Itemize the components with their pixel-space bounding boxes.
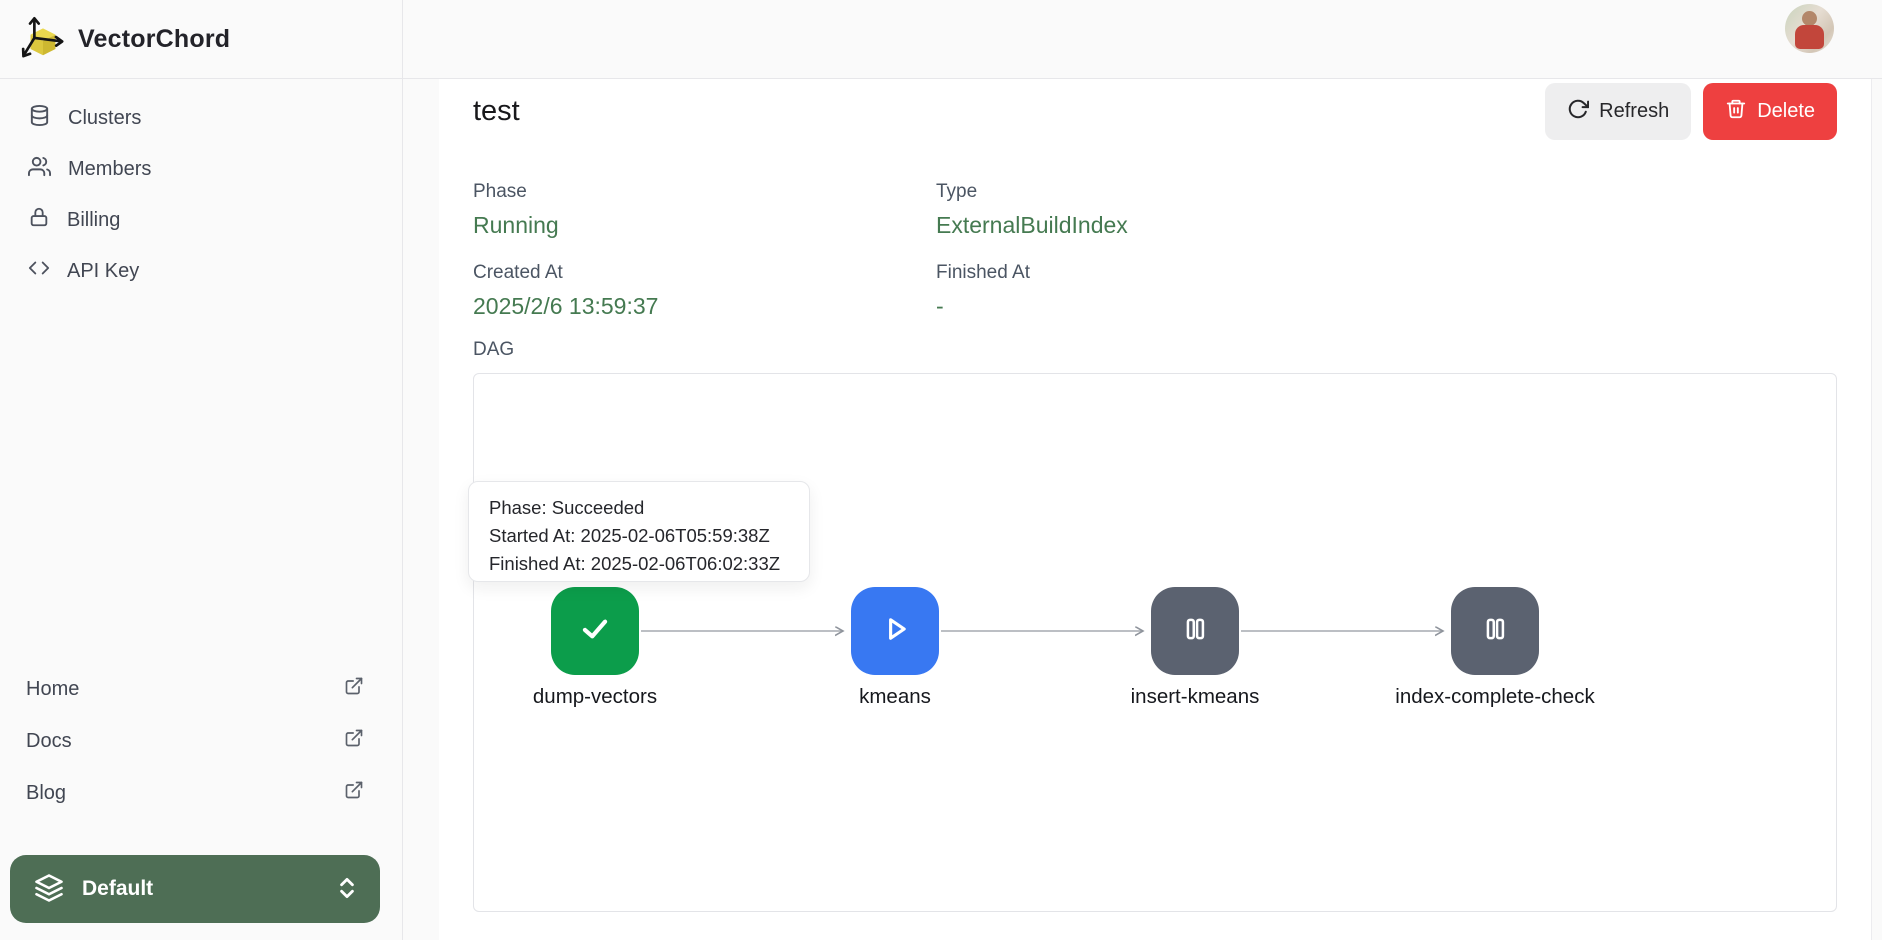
scrollbar-track[interactable] [1871, 79, 1882, 940]
vectorchord-logo-icon [20, 14, 66, 65]
users-icon [28, 155, 51, 184]
sidebar-item-label: Members [68, 158, 151, 181]
field-phase: Phase Running [473, 180, 936, 239]
sidebar-item-clusters[interactable]: Clusters [12, 97, 390, 139]
dag-node-insert-kmeans[interactable] [1151, 587, 1239, 675]
external-link-icon [344, 728, 364, 754]
sidebar-item-label: API Key [67, 260, 139, 283]
header-actions: Refresh Delete [1545, 83, 1837, 140]
delete-button-label: Delete [1757, 100, 1815, 123]
page-title: test [473, 95, 520, 128]
type-value: ExternalBuildIndex [936, 211, 1837, 239]
app-window: VectorChord Clusters [0, 0, 1882, 940]
sidebar-nav: Clusters Members [0, 79, 402, 292]
panel-header: test Refresh [473, 83, 1837, 140]
pause-icon [1175, 609, 1215, 654]
field-label: Type [936, 180, 1837, 203]
sidebar-item-members[interactable]: Members [12, 148, 390, 190]
delete-button[interactable]: Delete [1703, 83, 1837, 140]
tooltip-finished-line: Finished At: 2025-02-06T06:02:33Z [489, 550, 809, 578]
sidebar-link-label: Home [26, 678, 79, 701]
sidebar-item-api-key[interactable]: API Key [12, 250, 390, 292]
sidebar-item-label: Billing [67, 209, 120, 232]
pause-icon [1475, 609, 1515, 654]
dag-section-label: DAG [473, 338, 1837, 361]
workspace-name: Default [82, 877, 316, 901]
lock-icon [28, 206, 50, 234]
field-finished-at: Finished At - [936, 261, 1837, 320]
dag-node-label: dump-vectors [495, 683, 695, 711]
sidebar-external-links: Home Docs Blog [0, 668, 402, 814]
dag-node-index-complete-check[interactable] [1451, 587, 1539, 675]
created-at-value: 2025/2/6 13:59:37 [473, 292, 936, 320]
refresh-button-label: Refresh [1599, 100, 1669, 123]
phase-value: Running [473, 211, 936, 239]
dag-node-kmeans[interactable] [851, 587, 939, 675]
finished-at-value: - [936, 292, 1837, 320]
dag-node-label: insert-kmeans [1095, 683, 1295, 711]
tooltip-phase-line: Phase: Succeeded [489, 494, 809, 522]
sidebar-item-billing[interactable]: Billing [12, 199, 390, 241]
dag-node-label: index-complete-check [1395, 683, 1595, 711]
details-grid: Phase Running Type ExternalBuildIndex Cr… [473, 180, 1837, 320]
external-link-icon [344, 780, 364, 806]
sidebar-link-label: Docs [26, 730, 72, 753]
code-icon [28, 257, 50, 285]
sidebar-link-home[interactable]: Home [26, 668, 364, 710]
play-icon [874, 608, 916, 655]
sidebar-item-label: Clusters [68, 107, 141, 130]
dag-canvas: dump-vectors kmeans insert-kmeans [473, 373, 1837, 912]
field-label: Finished At [936, 261, 1837, 284]
dag-node-dump-vectors[interactable] [551, 587, 639, 675]
check-icon [573, 607, 617, 656]
field-label: Phase [473, 180, 936, 203]
brand-name: VectorChord [78, 25, 230, 54]
field-label: Created At [473, 261, 936, 284]
dag-node-label: kmeans [795, 683, 995, 711]
field-type: Type ExternalBuildIndex [936, 180, 1837, 239]
sidebar-link-blog[interactable]: Blog [26, 772, 364, 814]
cluster-detail-panel: test Refresh [439, 79, 1871, 940]
field-created-at: Created At 2025/2/6 13:59:37 [473, 261, 936, 320]
database-icon [28, 104, 51, 133]
tooltip-started-line: Started At: 2025-02-06T05:59:38Z [489, 522, 809, 550]
refresh-icon [1567, 98, 1589, 126]
sidebar: VectorChord Clusters [0, 0, 403, 940]
sidebar-link-docs[interactable]: Docs [26, 720, 364, 762]
topbar [403, 0, 1882, 79]
layers-icon [34, 873, 64, 906]
chevrons-up-down-icon [334, 875, 360, 904]
user-avatar[interactable] [1785, 4, 1834, 53]
refresh-button[interactable]: Refresh [1545, 83, 1691, 140]
trash-icon [1725, 98, 1747, 126]
avatar-photo [1802, 11, 1817, 26]
brand-logo[interactable]: VectorChord [0, 0, 402, 79]
sidebar-link-label: Blog [26, 782, 66, 805]
workspace-switcher[interactable]: Default [10, 855, 380, 923]
external-link-icon [344, 676, 364, 702]
node-status-tooltip: Phase: Succeeded Started At: 2025-02-06T… [468, 481, 810, 582]
